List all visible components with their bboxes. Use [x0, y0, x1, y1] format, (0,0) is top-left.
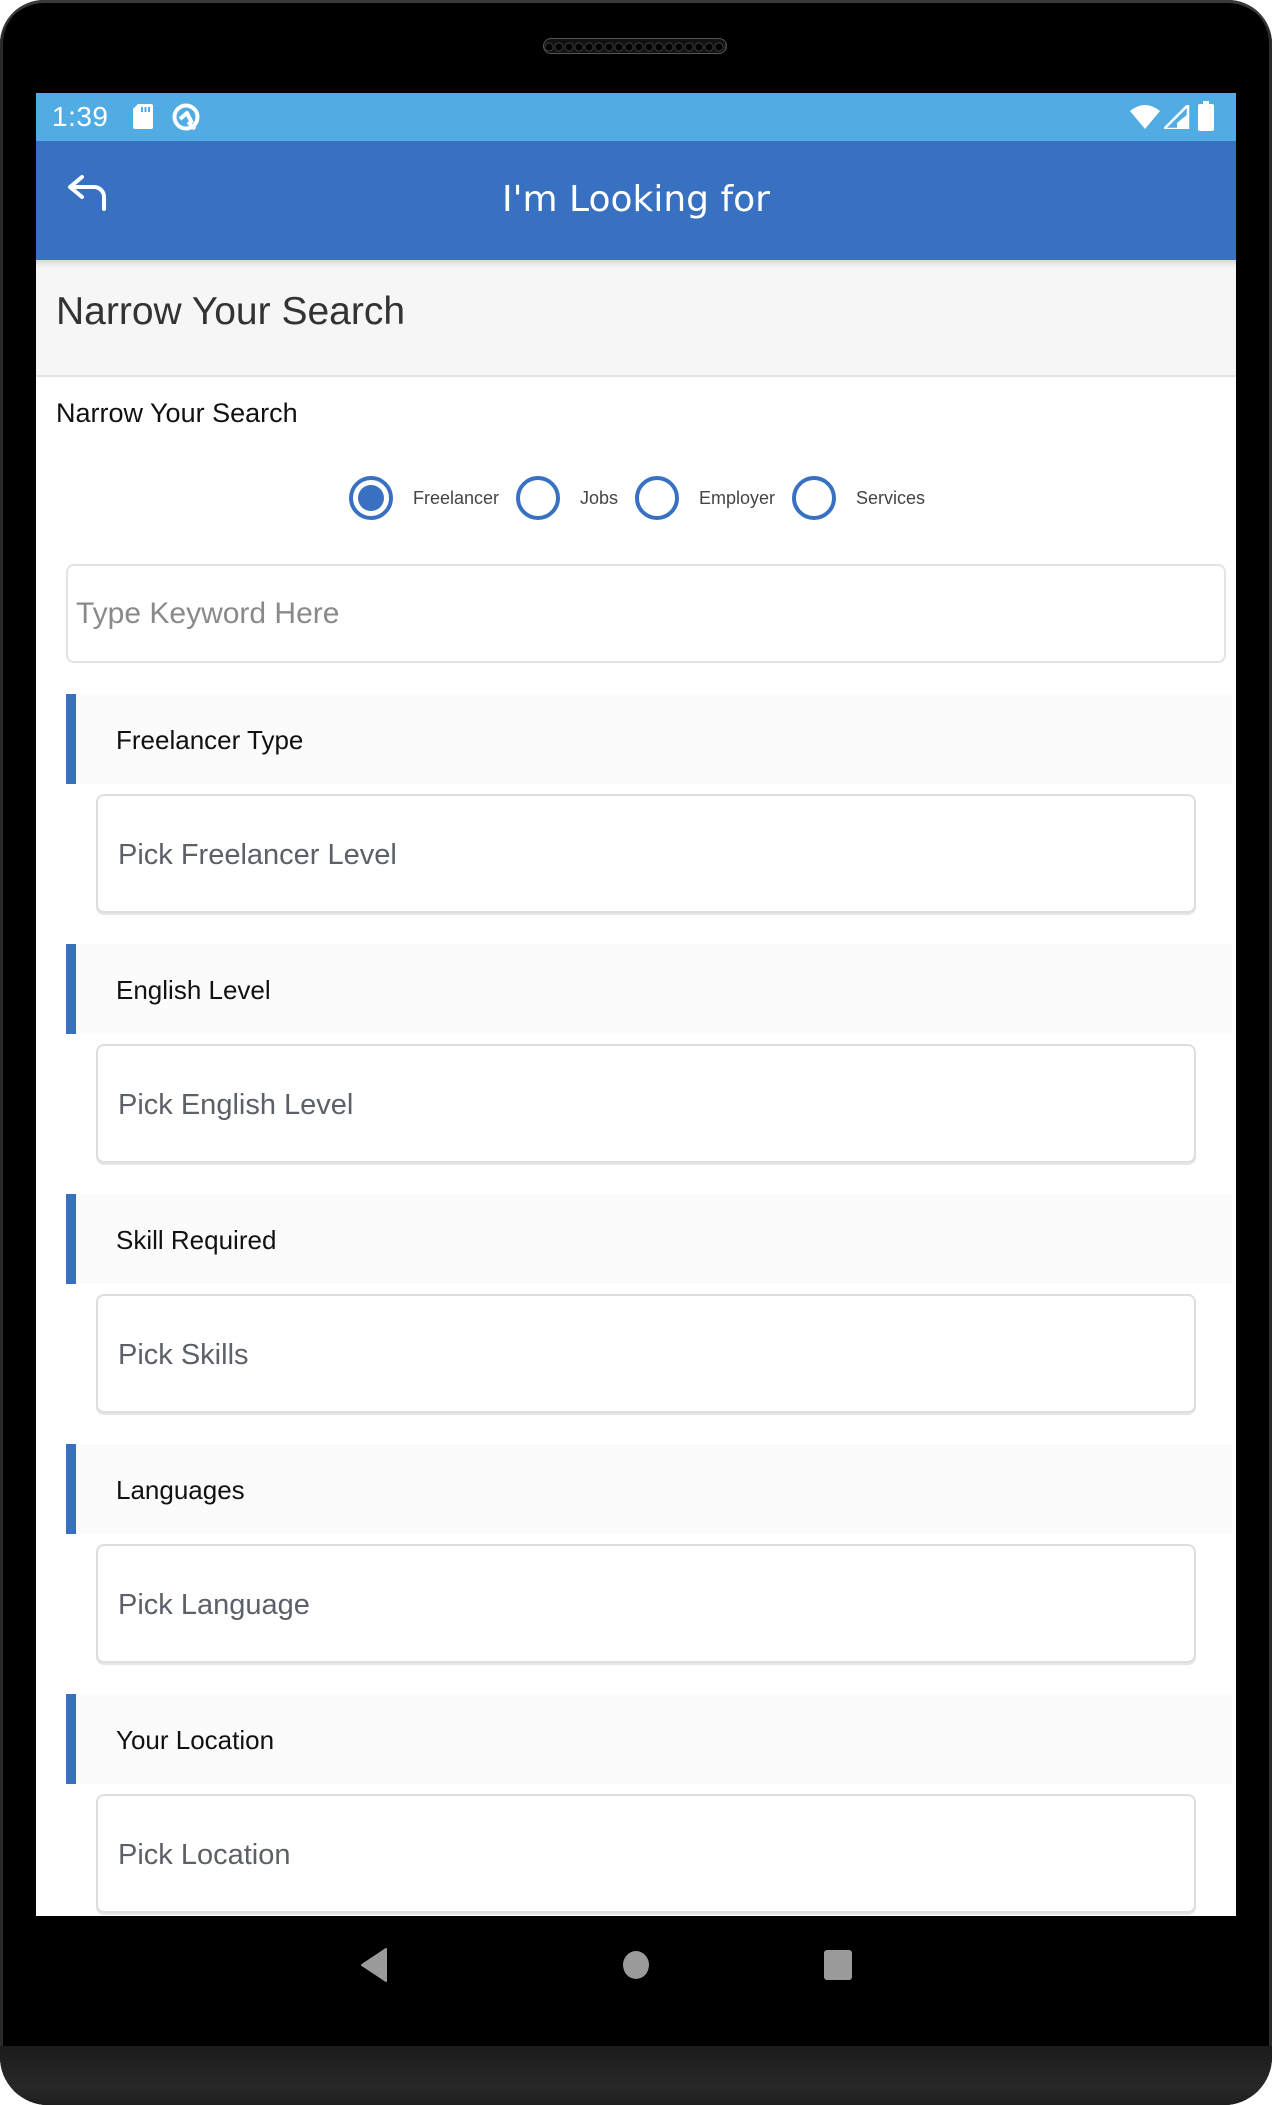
radio-freelancer[interactable]: Freelancer: [349, 476, 499, 520]
signal-icon: [1160, 101, 1190, 134]
wifi-icon: [1130, 105, 1160, 134]
home-circle-icon: [623, 1951, 649, 1979]
filter-section-english-level: English Level Pick English Level: [66, 944, 1236, 1174]
picker-placeholder: Pick Language: [118, 1589, 310, 1621]
sd-card-icon: [133, 104, 153, 134]
filter-section-location: Your Location Pick Location: [66, 1694, 1236, 1916]
filter-section-title: Freelancer Type: [116, 725, 304, 755]
filter-section-skill-required: Skill Required Pick Skills: [66, 1194, 1236, 1424]
radio-employer[interactable]: Employer: [635, 476, 775, 520]
radio-label: Services: [856, 487, 926, 508]
app-bar: I'm Looking for: [36, 141, 1236, 260]
nav-recents-button[interactable]: [823, 1950, 853, 1985]
section-header-title: Narrow Your Search: [56, 290, 406, 333]
keyword-input[interactable]: [68, 566, 1224, 661]
radio-label: Employer: [699, 487, 776, 508]
status-bar: 1:39: [36, 93, 1236, 141]
q-logo-icon: [171, 102, 201, 137]
accent-bar: [66, 1194, 76, 1284]
battery-icon: [1198, 101, 1214, 136]
filter-section-title: Skill Required: [116, 1225, 277, 1255]
filter-section-title: English Level: [116, 975, 271, 1005]
skills-picker[interactable]: Pick Skills: [96, 1294, 1196, 1413]
radio-unselected-icon: [792, 476, 836, 520]
radio-unselected-icon: [635, 476, 679, 520]
accent-bar: [66, 944, 76, 1034]
speaker-grille: [543, 38, 727, 54]
recents-square-icon: [824, 1950, 852, 1980]
radio-selected-icon: [349, 476, 393, 520]
nav-home-button[interactable]: [622, 1950, 650, 1985]
nav-back-button[interactable]: [360, 1948, 390, 1987]
filter-section-freelancer-type: Freelancer Type Pick Freelancer Level: [66, 694, 1236, 924]
screen: 1:39 I'm Looking for Narrow Your Search …: [36, 93, 1236, 1916]
english-level-picker[interactable]: Pick English Level: [96, 1044, 1196, 1163]
device-frame: 1:39 I'm Looking for Narrow Your Search …: [0, 0, 1272, 2105]
radio-services[interactable]: Services: [792, 476, 925, 520]
radio-label: Jobs: [580, 487, 619, 508]
filter-section-languages: Languages Pick Language: [66, 1444, 1236, 1674]
radio-jobs[interactable]: Jobs: [516, 476, 618, 520]
accent-bar: [66, 694, 76, 784]
language-picker[interactable]: Pick Language: [96, 1544, 1196, 1663]
page-title: I'm Looking for: [502, 179, 770, 220]
search-type-label: Narrow Your Search: [56, 398, 298, 428]
accent-bar: [66, 1694, 76, 1784]
device-bottom-bezel: [0, 2046, 1272, 2105]
search-type-radio-group: Freelancer Jobs Employer Services: [36, 476, 1236, 526]
filter-section-title: Languages: [116, 1475, 245, 1505]
keyword-field: [66, 564, 1226, 663]
location-picker[interactable]: Pick Location: [96, 1794, 1196, 1913]
freelancer-level-picker[interactable]: Pick Freelancer Level: [96, 794, 1196, 913]
section-header: Narrow Your Search: [36, 260, 1236, 377]
accent-bar: [66, 1444, 76, 1534]
picker-placeholder: Pick Location: [118, 1839, 291, 1871]
picker-placeholder: Pick Skills: [118, 1339, 249, 1371]
filter-section-title: Your Location: [116, 1725, 275, 1755]
back-triangle-icon: [361, 1948, 387, 1982]
radio-unselected-icon: [516, 476, 560, 520]
picker-placeholder: Pick English Level: [118, 1089, 354, 1121]
status-time: 1:39: [52, 101, 109, 132]
radio-label: Freelancer: [413, 487, 500, 508]
picker-placeholder: Pick Freelancer Level: [118, 839, 397, 871]
